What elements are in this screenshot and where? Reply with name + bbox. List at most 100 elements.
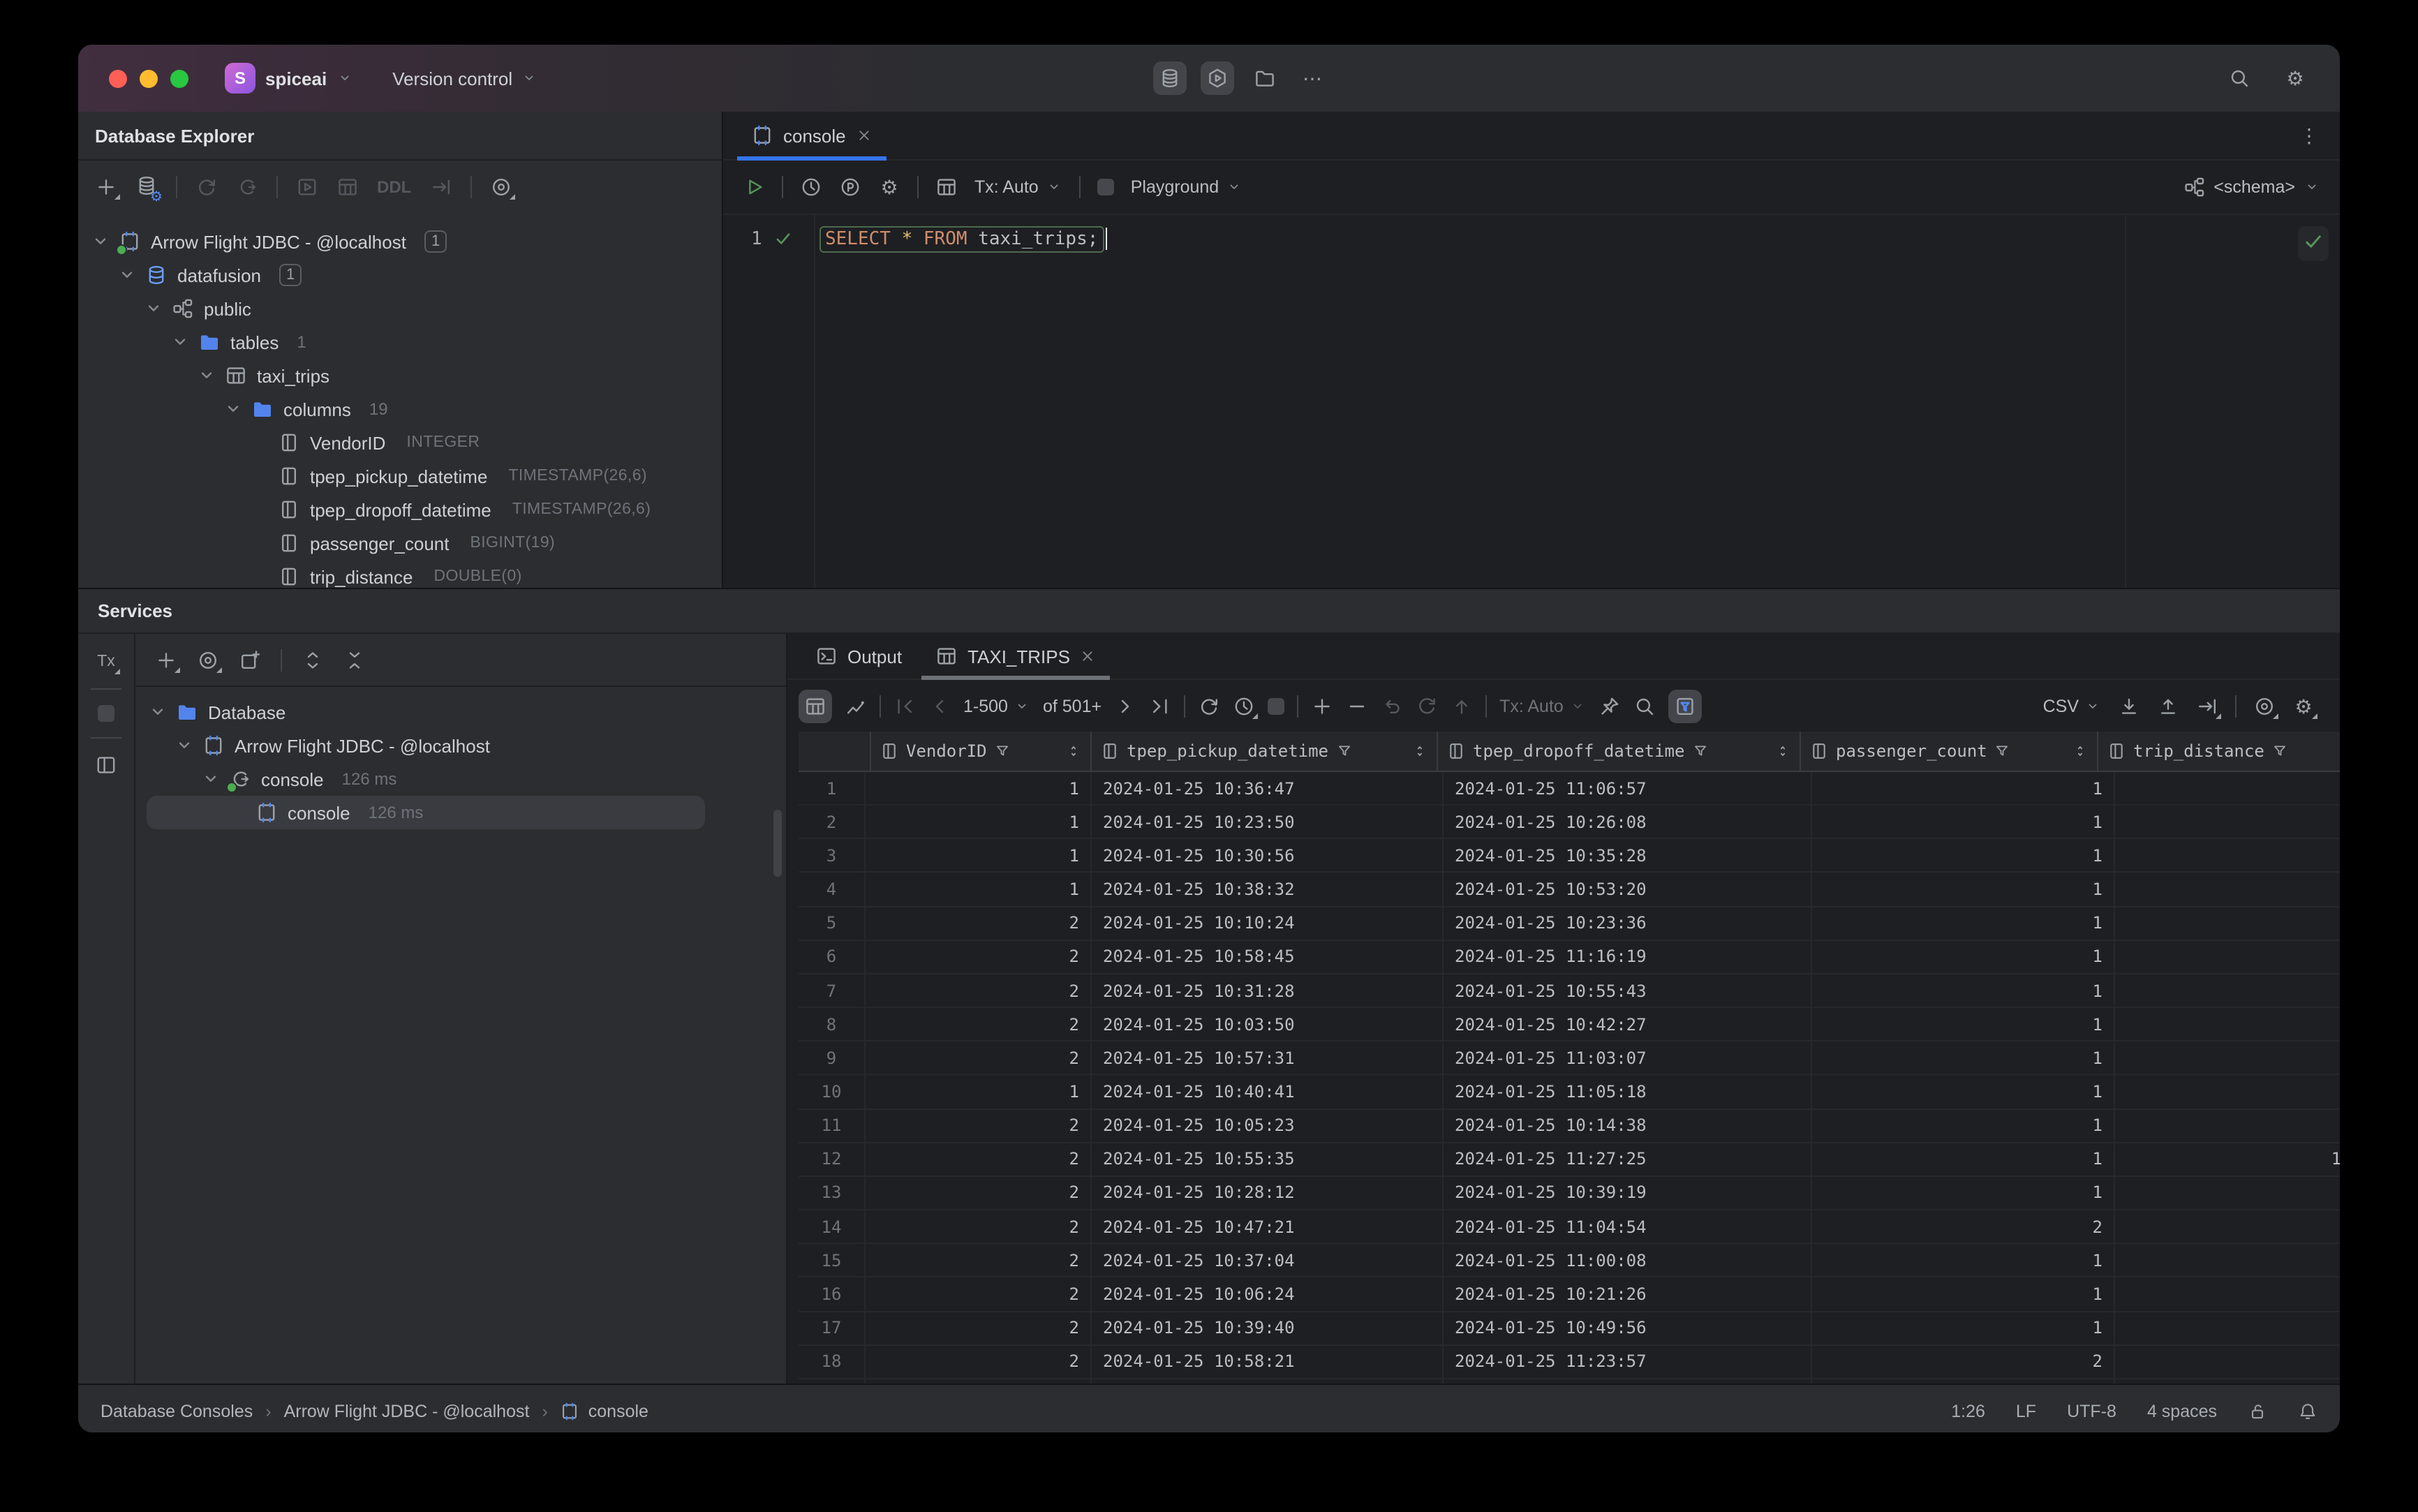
cell[interactable]: 2024-01-25 10:10:24 [1092,907,1444,940]
submit-button[interactable] [1451,695,1473,717]
db-tree-item[interactable]: tpep_dropoff_datetime TIMESTAMP(26,6) [78,493,722,526]
cell[interactable]: 1.8 [2115,1076,2340,1108]
close-window-button[interactable] [109,69,127,87]
row-number[interactable]: 16 [799,1277,866,1310]
cell[interactable]: 1 [866,873,1092,906]
row-number[interactable]: 11 [799,1109,866,1142]
services-tree-item[interactable]: Arrow Flight JDBC - @localhost [135,729,786,762]
code-area[interactable]: SELECT * FROM taxi_trips; [815,215,2340,588]
cell[interactable]: 2024-01-25 10:35:28 [1444,839,1812,872]
collapse-all-button[interactable] [343,648,366,671]
stop-process-button[interactable] [98,705,114,722]
cell[interactable]: 1 [1812,1042,2115,1074]
cell[interactable]: 0.68 [2115,1109,2340,1141]
db-tree-item[interactable]: tables 1 [78,325,722,359]
execute-button[interactable] [743,176,765,198]
ddl-button[interactable]: DDL [377,177,411,197]
open-in-new-tab-button[interactable] [239,648,261,671]
cell[interactable]: 1 [1812,1008,2115,1041]
cell[interactable]: 18.6 [2115,1008,2340,1040]
cell[interactable]: 11.99 [2115,1143,2340,1175]
cell[interactable]: 2 [866,907,1092,940]
db-tree-item[interactable]: datafusion 1 [78,258,722,292]
cell[interactable]: 1 [1812,839,2115,872]
database-tool-button[interactable] [1153,61,1187,95]
cell[interactable]: 2 [866,1109,1092,1142]
cell[interactable]: 2024-01-25 11:23:57 [1444,1345,1812,1378]
cell[interactable]: 2024-01-25 10:58:45 [1092,940,1444,973]
caret-position[interactable]: 1:26 [1951,1401,1985,1421]
run-tool-button[interactable] [1201,61,1234,95]
cell[interactable]: 1 [866,772,1092,805]
cell[interactable]: 1.14 [2115,941,2340,973]
tab-console[interactable]: console [737,112,887,161]
cell[interactable]: 2024-01-25 10:39:40 [1092,1312,1444,1344]
cell[interactable]: 2024-01-25 10:49:56 [1444,1312,1812,1344]
cell[interactable]: 2024-01-25 10:14:38 [1444,1109,1812,1142]
cell[interactable]: 1 [1812,1176,2115,1210]
explain-plan-button[interactable] [839,176,861,198]
last-page-button[interactable] [1149,695,1171,717]
row-number[interactable]: 12 [799,1143,866,1176]
tx-toggle-button[interactable]: Tx [94,651,121,674]
cell[interactable]: 2 [866,1244,1092,1277]
db-tree-item[interactable]: VendorID INTEGER [78,426,722,459]
cell[interactable]: 2024-01-25 11:27:25 [1444,1143,1812,1176]
previous-page-button[interactable] [928,695,951,717]
row-number[interactable]: 8 [799,1008,866,1041]
minimize-window-button[interactable] [140,69,158,87]
notifications-icon[interactable] [2298,1401,2317,1421]
db-tree-item[interactable]: columns 19 [78,392,722,426]
cell[interactable]: 2024-01-25 10:23:50 [1092,806,1444,838]
cell[interactable]: 2024-01-25 11:06:57 [1444,772,1812,805]
cell[interactable]: 2024-01-25 10:58:21 [1092,1345,1444,1378]
editor-body[interactable]: 1 SELECT * FROM taxi_trips; [723,214,2340,588]
cell[interactable]: 2 [866,1042,1092,1074]
sql-statement[interactable]: SELECT * FROM taxi_trips; [819,225,1104,252]
cell[interactable]: 1 [1812,1109,2115,1142]
cell[interactable]: 1.47 [2115,1345,2340,1377]
cell[interactable]: 2024-01-25 10:28:12 [1092,1176,1444,1210]
cell[interactable]: 2024-01-25 10:39:19 [1444,1176,1812,1210]
file-encoding[interactable]: UTF-8 [2067,1401,2116,1421]
cell[interactable]: 1 [866,839,1092,872]
expand-all-button[interactable] [302,648,324,671]
indent-setting[interactable]: 4 spaces [2147,1401,2217,1421]
cell[interactable]: 2024-01-25 10:47:21 [1092,1210,1444,1243]
cell[interactable]: 2024-01-25 10:06:24 [1092,1277,1444,1310]
jump-to-console-button[interactable] [236,176,258,198]
tab-taxi-trips[interactable]: TAXI_TRIPS [921,634,1111,680]
cell[interactable]: 1 [866,1075,1092,1109]
cell[interactable]: 2 [866,1176,1092,1210]
cell[interactable]: 1 [1812,772,2115,805]
search-everywhere-button[interactable] [2228,67,2250,89]
row-number[interactable]: 17 [799,1312,866,1344]
lock-icon[interactable] [2248,1401,2267,1421]
cell[interactable]: 2024-01-25 10:37:04 [1092,1244,1444,1277]
import-export-button[interactable] [429,176,452,198]
db-tree-item[interactable]: public [78,292,722,325]
cell[interactable]: 2024-01-25 10:57:31 [1092,1042,1444,1074]
cell[interactable]: 1 [1812,1277,2115,1310]
reload-data-button[interactable] [1198,695,1220,717]
find-in-grid-button[interactable] [1633,695,1656,717]
cell[interactable]: 2 [866,974,1092,1007]
cell[interactable]: 0.4 [2115,806,2340,838]
db-tree-item[interactable]: taxi_trips [78,359,722,392]
grid-view-options-button[interactable] [2253,695,2278,718]
column-header[interactable]: trip_distance [2098,732,2340,771]
column-header[interactable]: passenger_count [1801,732,2098,771]
cell[interactable]: 2.06 [2115,1210,2340,1243]
cell[interactable]: 2 [866,1008,1092,1041]
breadcrumb-item[interactable]: Database Consoles [101,1401,253,1421]
row-number[interactable]: 7 [799,974,866,1007]
row-number[interactable]: 1 [799,772,866,805]
datasource-properties-button[interactable]: ⚙ [135,174,163,204]
cell[interactable]: 2 [866,1143,1092,1176]
cell[interactable]: 2024-01-25 10:23:36 [1444,907,1812,940]
results-tx-selector[interactable]: Tx: Auto [1499,696,1586,716]
stop-query-button[interactable] [1268,697,1285,714]
cell[interactable]: 1 [1812,940,2115,973]
breadcrumb-item[interactable]: Arrow Flight JDBC - @localhost [284,1401,530,1421]
cell[interactable]: 2024-01-25 10:55:35 [1092,1143,1444,1176]
